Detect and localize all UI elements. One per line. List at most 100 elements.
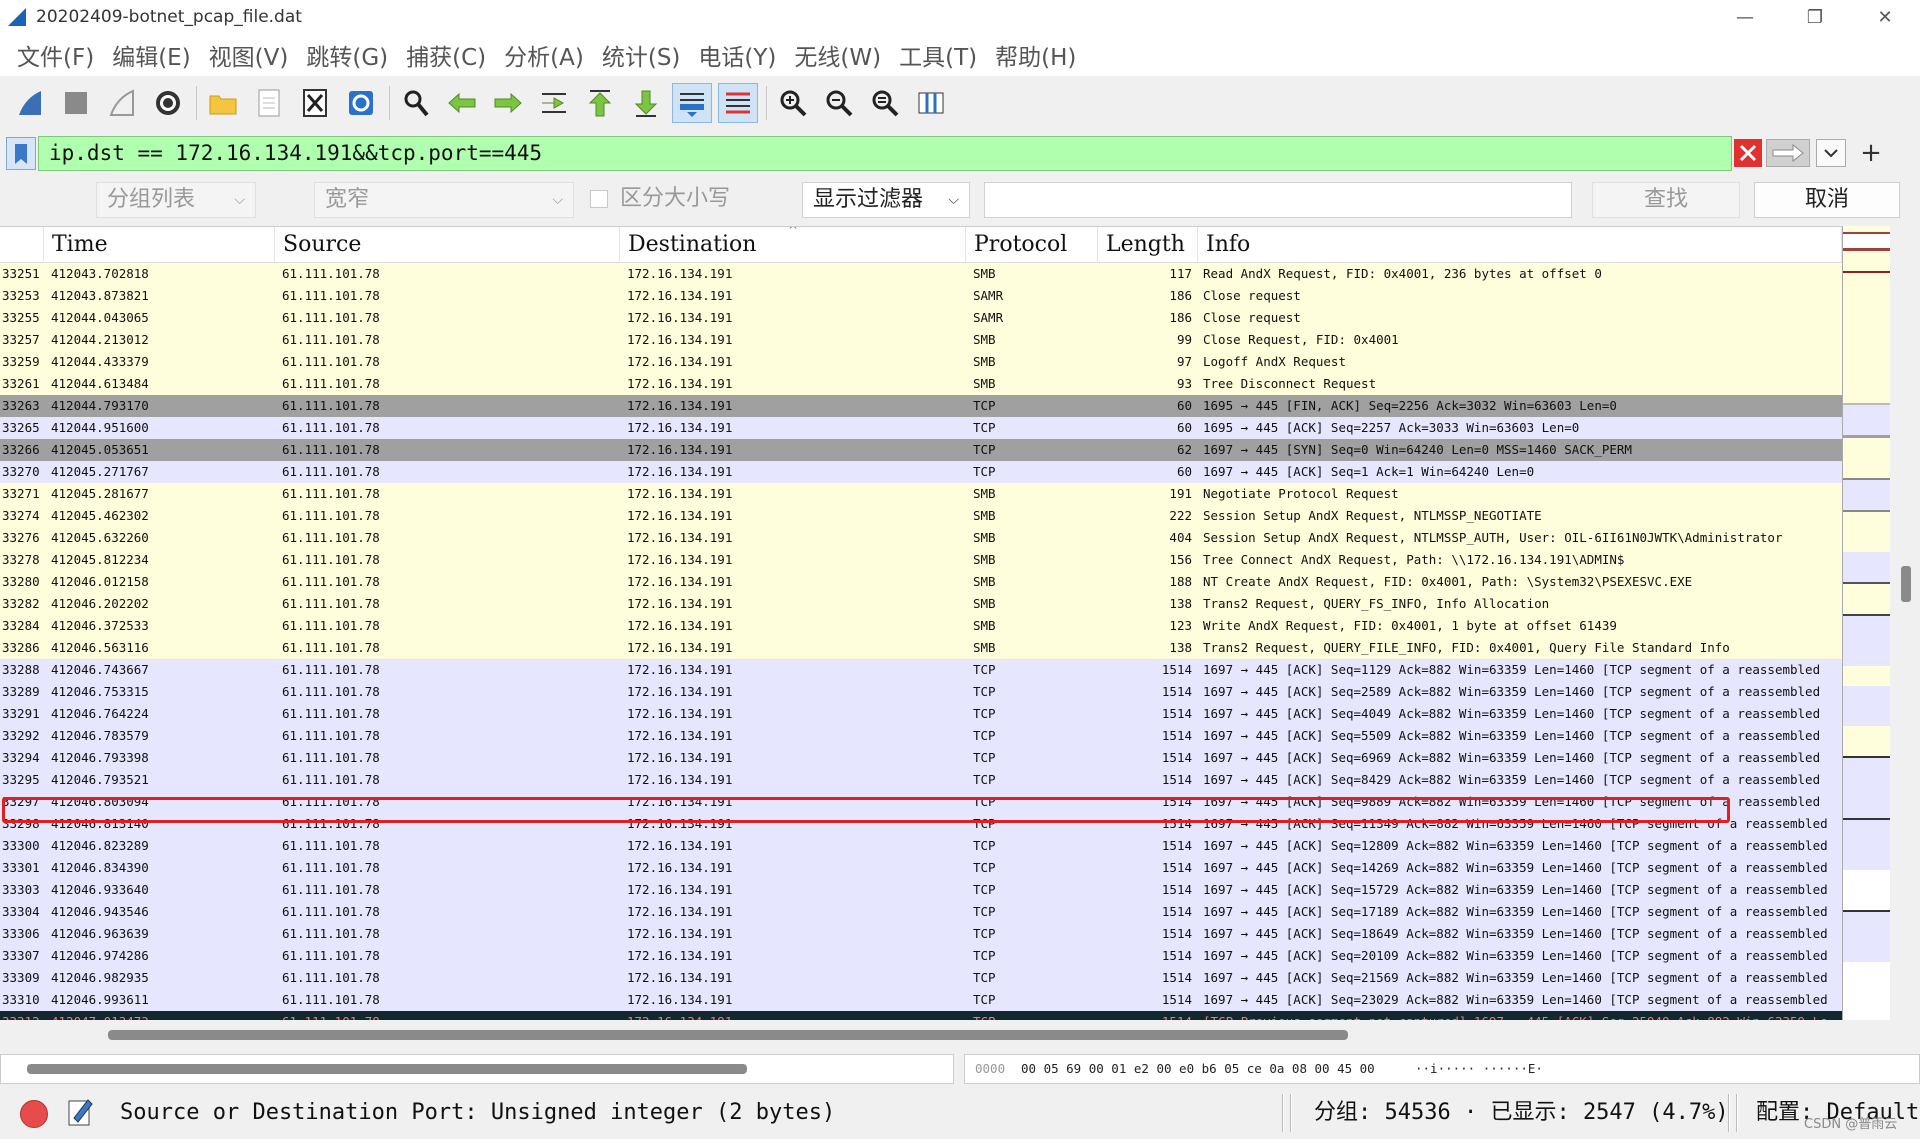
start-capture-button[interactable] bbox=[10, 83, 50, 123]
resize-columns-button[interactable] bbox=[911, 83, 951, 123]
save-file-button[interactable] bbox=[249, 83, 289, 123]
find-packet-button[interactable] bbox=[396, 83, 436, 123]
column-header-source[interactable]: Source bbox=[275, 227, 620, 263]
menu-help[interactable]: 帮助(H) bbox=[995, 38, 1076, 72]
table-row[interactable]: 33263 412044.793170 61.111.101.78 172.16.13… bbox=[0, 395, 1842, 417]
table-row[interactable]: 33304 412046.943546 61.111.101.78 172.16.13… bbox=[0, 901, 1842, 923]
column-header-protocol[interactable]: Protocol bbox=[966, 227, 1098, 263]
zoom-in-button[interactable] bbox=[773, 83, 813, 123]
add-filter-button[interactable]: + bbox=[1856, 137, 1886, 169]
table-row[interactable]: 33312 412047.013473 61.111.101.78 172.16.13… bbox=[0, 1011, 1842, 1020]
close-button[interactable]: ✕ bbox=[1850, 0, 1920, 34]
minimap-band bbox=[1843, 726, 1890, 756]
search-encoding-select[interactable]: 宽窄 ⌵ bbox=[314, 182, 574, 218]
menu-capture[interactable]: 捕获(C) bbox=[406, 38, 486, 72]
menu-go[interactable]: 跳转(G) bbox=[306, 38, 388, 72]
menu-statistics[interactable]: 统计(S) bbox=[602, 38, 681, 72]
menu-file[interactable]: 文件(F) bbox=[17, 38, 94, 72]
minimap-band bbox=[1843, 616, 1890, 666]
table-row-highlighted[interactable]: 33280 412046.012158 61.111.101.78 172.16.13… bbox=[0, 571, 1842, 593]
table-row[interactable]: 33266 412045.053651 61.111.101.78 172.16.13… bbox=[0, 439, 1842, 461]
menu-tools[interactable]: 工具(T) bbox=[899, 38, 977, 72]
expert-info-icon[interactable] bbox=[20, 1100, 48, 1128]
table-row[interactable]: 33310 412046.993611 61.111.101.78 172.16.13… bbox=[0, 989, 1842, 1011]
table-row[interactable]: 33300 412046.823289 61.111.101.78 172.16.13… bbox=[0, 835, 1842, 857]
table-row[interactable]: 33289 412046.753315 61.111.101.78 172.16.13… bbox=[0, 681, 1842, 703]
reload-file-button[interactable] bbox=[341, 83, 381, 123]
search-scope-select[interactable]: 分组列表 ⌵ bbox=[96, 182, 256, 218]
table-row[interactable]: 33276 412045.632260 61.111.101.78 172.16.13… bbox=[0, 527, 1842, 549]
details-scrollbar-thumb[interactable] bbox=[27, 1064, 747, 1074]
vertical-scrollbar[interactable] bbox=[1890, 226, 1920, 1020]
menu-telephony[interactable]: 电话(Y) bbox=[698, 38, 776, 72]
capture-options-button[interactable] bbox=[148, 83, 188, 123]
table-row[interactable]: 33294 412046.793398 61.111.101.78 172.16.13… bbox=[0, 747, 1842, 769]
horizontal-scrollbar[interactable] bbox=[0, 1020, 1890, 1048]
clear-filter-button[interactable] bbox=[1734, 139, 1762, 167]
table-row[interactable]: 33286 412046.563116 61.111.101.78 172.16.13… bbox=[0, 637, 1842, 659]
table-row[interactable]: 33259 412044.433379 61.111.101.78 172.16.13… bbox=[0, 351, 1842, 373]
case-sensitive-checkbox[interactable] bbox=[590, 190, 608, 208]
table-row[interactable]: 33261 412044.613484 61.111.101.78 172.16.13… bbox=[0, 373, 1842, 395]
table-row[interactable]: 33306 412046.963639 61.111.101.78 172.16.13… bbox=[0, 923, 1842, 945]
table-row[interactable]: 33303 412046.933640 61.111.101.78 172.16.13… bbox=[0, 879, 1842, 901]
table-row[interactable]: 33265 412044.951600 61.111.101.78 172.16.13… bbox=[0, 417, 1842, 439]
find-button[interactable]: 查找 bbox=[1592, 182, 1740, 218]
table-row[interactable]: 33307 412046.974286 61.111.101.78 172.16.13… bbox=[0, 945, 1842, 967]
table-row[interactable]: 33251 412043.702818 61.111.101.78 172.16.13… bbox=[0, 263, 1842, 285]
horizontal-scrollbar-thumb[interactable] bbox=[108, 1030, 1348, 1040]
open-file-button[interactable] bbox=[203, 83, 243, 123]
restart-capture-button[interactable] bbox=[102, 83, 142, 123]
table-row[interactable]: 33282 412046.202202 61.111.101.78 172.16.13… bbox=[0, 593, 1842, 615]
table-row[interactable]: 33295 412046.793521 61.111.101.78 172.16.13… bbox=[0, 769, 1842, 791]
table-row[interactable]: 33298 412046.813140 61.111.101.78 172.16.13… bbox=[0, 813, 1842, 835]
packet-minimap[interactable] bbox=[1842, 226, 1890, 1020]
menu-analyze[interactable]: 分析(A) bbox=[504, 38, 584, 72]
table-row[interactable]: 33292 412046.783579 61.111.101.78 172.16.13… bbox=[0, 725, 1842, 747]
menu-edit[interactable]: 编辑(E) bbox=[112, 38, 190, 72]
column-header-time[interactable]: Time bbox=[44, 227, 275, 263]
table-row[interactable]: 33270 412045.271767 61.111.101.78 172.16.13… bbox=[0, 461, 1842, 483]
go-back-button[interactable] bbox=[442, 83, 482, 123]
packet-bytes-pane[interactable]: 0000 00 05 69 00 01 e2 00 e0 b6 05 ce 0a… bbox=[964, 1054, 1920, 1084]
go-forward-button[interactable] bbox=[488, 83, 528, 123]
autoscroll-toggle[interactable] bbox=[672, 83, 712, 123]
table-row[interactable]: 33255 412044.043065 61.111.101.78 172.16.13… bbox=[0, 307, 1842, 329]
zoom-normal-button[interactable] bbox=[865, 83, 905, 123]
vertical-scrollbar-thumb[interactable] bbox=[1901, 566, 1911, 602]
table-row[interactable]: 33257 412044.213012 61.111.101.78 172.16.13… bbox=[0, 329, 1842, 351]
table-row[interactable]: 33271 412045.281677 61.111.101.78 172.16.13… bbox=[0, 483, 1842, 505]
menu-wireless[interactable]: 无线(W) bbox=[794, 38, 881, 72]
table-row[interactable]: 33253 412043.873821 61.111.101.78 172.16.13… bbox=[0, 285, 1842, 307]
cancel-button[interactable]: 取消 bbox=[1754, 182, 1900, 218]
first-packet-button[interactable] bbox=[580, 83, 620, 123]
zoom-out-button[interactable] bbox=[819, 83, 859, 123]
display-filter-input[interactable]: ip.dst == 172.16.134.191&&tcp.port==445 bbox=[38, 136, 1732, 171]
colorize-toggle[interactable] bbox=[718, 83, 758, 123]
filter-bookmark-button[interactable] bbox=[6, 137, 36, 170]
filter-history-dropdown[interactable] bbox=[1816, 139, 1846, 167]
column-header-info[interactable]: Info bbox=[1198, 227, 1842, 263]
apply-filter-button[interactable] bbox=[1766, 139, 1810, 167]
packet-details-pane[interactable] bbox=[0, 1054, 954, 1084]
table-row[interactable]: 33297 412046.803094 61.111.101.78 172.16.13… bbox=[0, 791, 1842, 813]
table-row[interactable]: 33274 412045.462302 61.111.101.78 172.16.13… bbox=[0, 505, 1842, 527]
table-row[interactable]: 33288 412046.743667 61.111.101.78 172.16.13… bbox=[0, 659, 1842, 681]
stop-capture-button[interactable] bbox=[56, 83, 96, 123]
minimize-button[interactable]: — bbox=[1710, 0, 1780, 34]
search-text-input[interactable] bbox=[984, 182, 1572, 218]
menu-view[interactable]: 视图(V) bbox=[209, 38, 289, 72]
last-packet-button[interactable] bbox=[626, 83, 666, 123]
table-row[interactable]: 33309 412046.982935 61.111.101.78 172.16.13… bbox=[0, 967, 1842, 989]
go-to-packet-button[interactable] bbox=[534, 83, 574, 123]
table-row[interactable]: 33301 412046.834390 61.111.101.78 172.16.13… bbox=[0, 857, 1842, 879]
restore-button[interactable]: ❐ bbox=[1780, 0, 1850, 34]
capture-comment-icon[interactable] bbox=[66, 1096, 94, 1128]
close-file-button[interactable] bbox=[295, 83, 335, 123]
search-type-select[interactable]: 显示过滤器 ⌵ bbox=[802, 182, 970, 218]
table-row[interactable]: 33278 412045.812234 61.111.101.78 172.16.13… bbox=[0, 549, 1842, 571]
column-header-no[interactable] bbox=[0, 227, 44, 263]
table-row[interactable]: 33291 412046.764224 61.111.101.78 172.16.13… bbox=[0, 703, 1842, 725]
table-row[interactable]: 33284 412046.372533 61.111.101.78 172.16.13… bbox=[0, 615, 1842, 637]
column-header-length[interactable]: Length bbox=[1098, 227, 1198, 263]
